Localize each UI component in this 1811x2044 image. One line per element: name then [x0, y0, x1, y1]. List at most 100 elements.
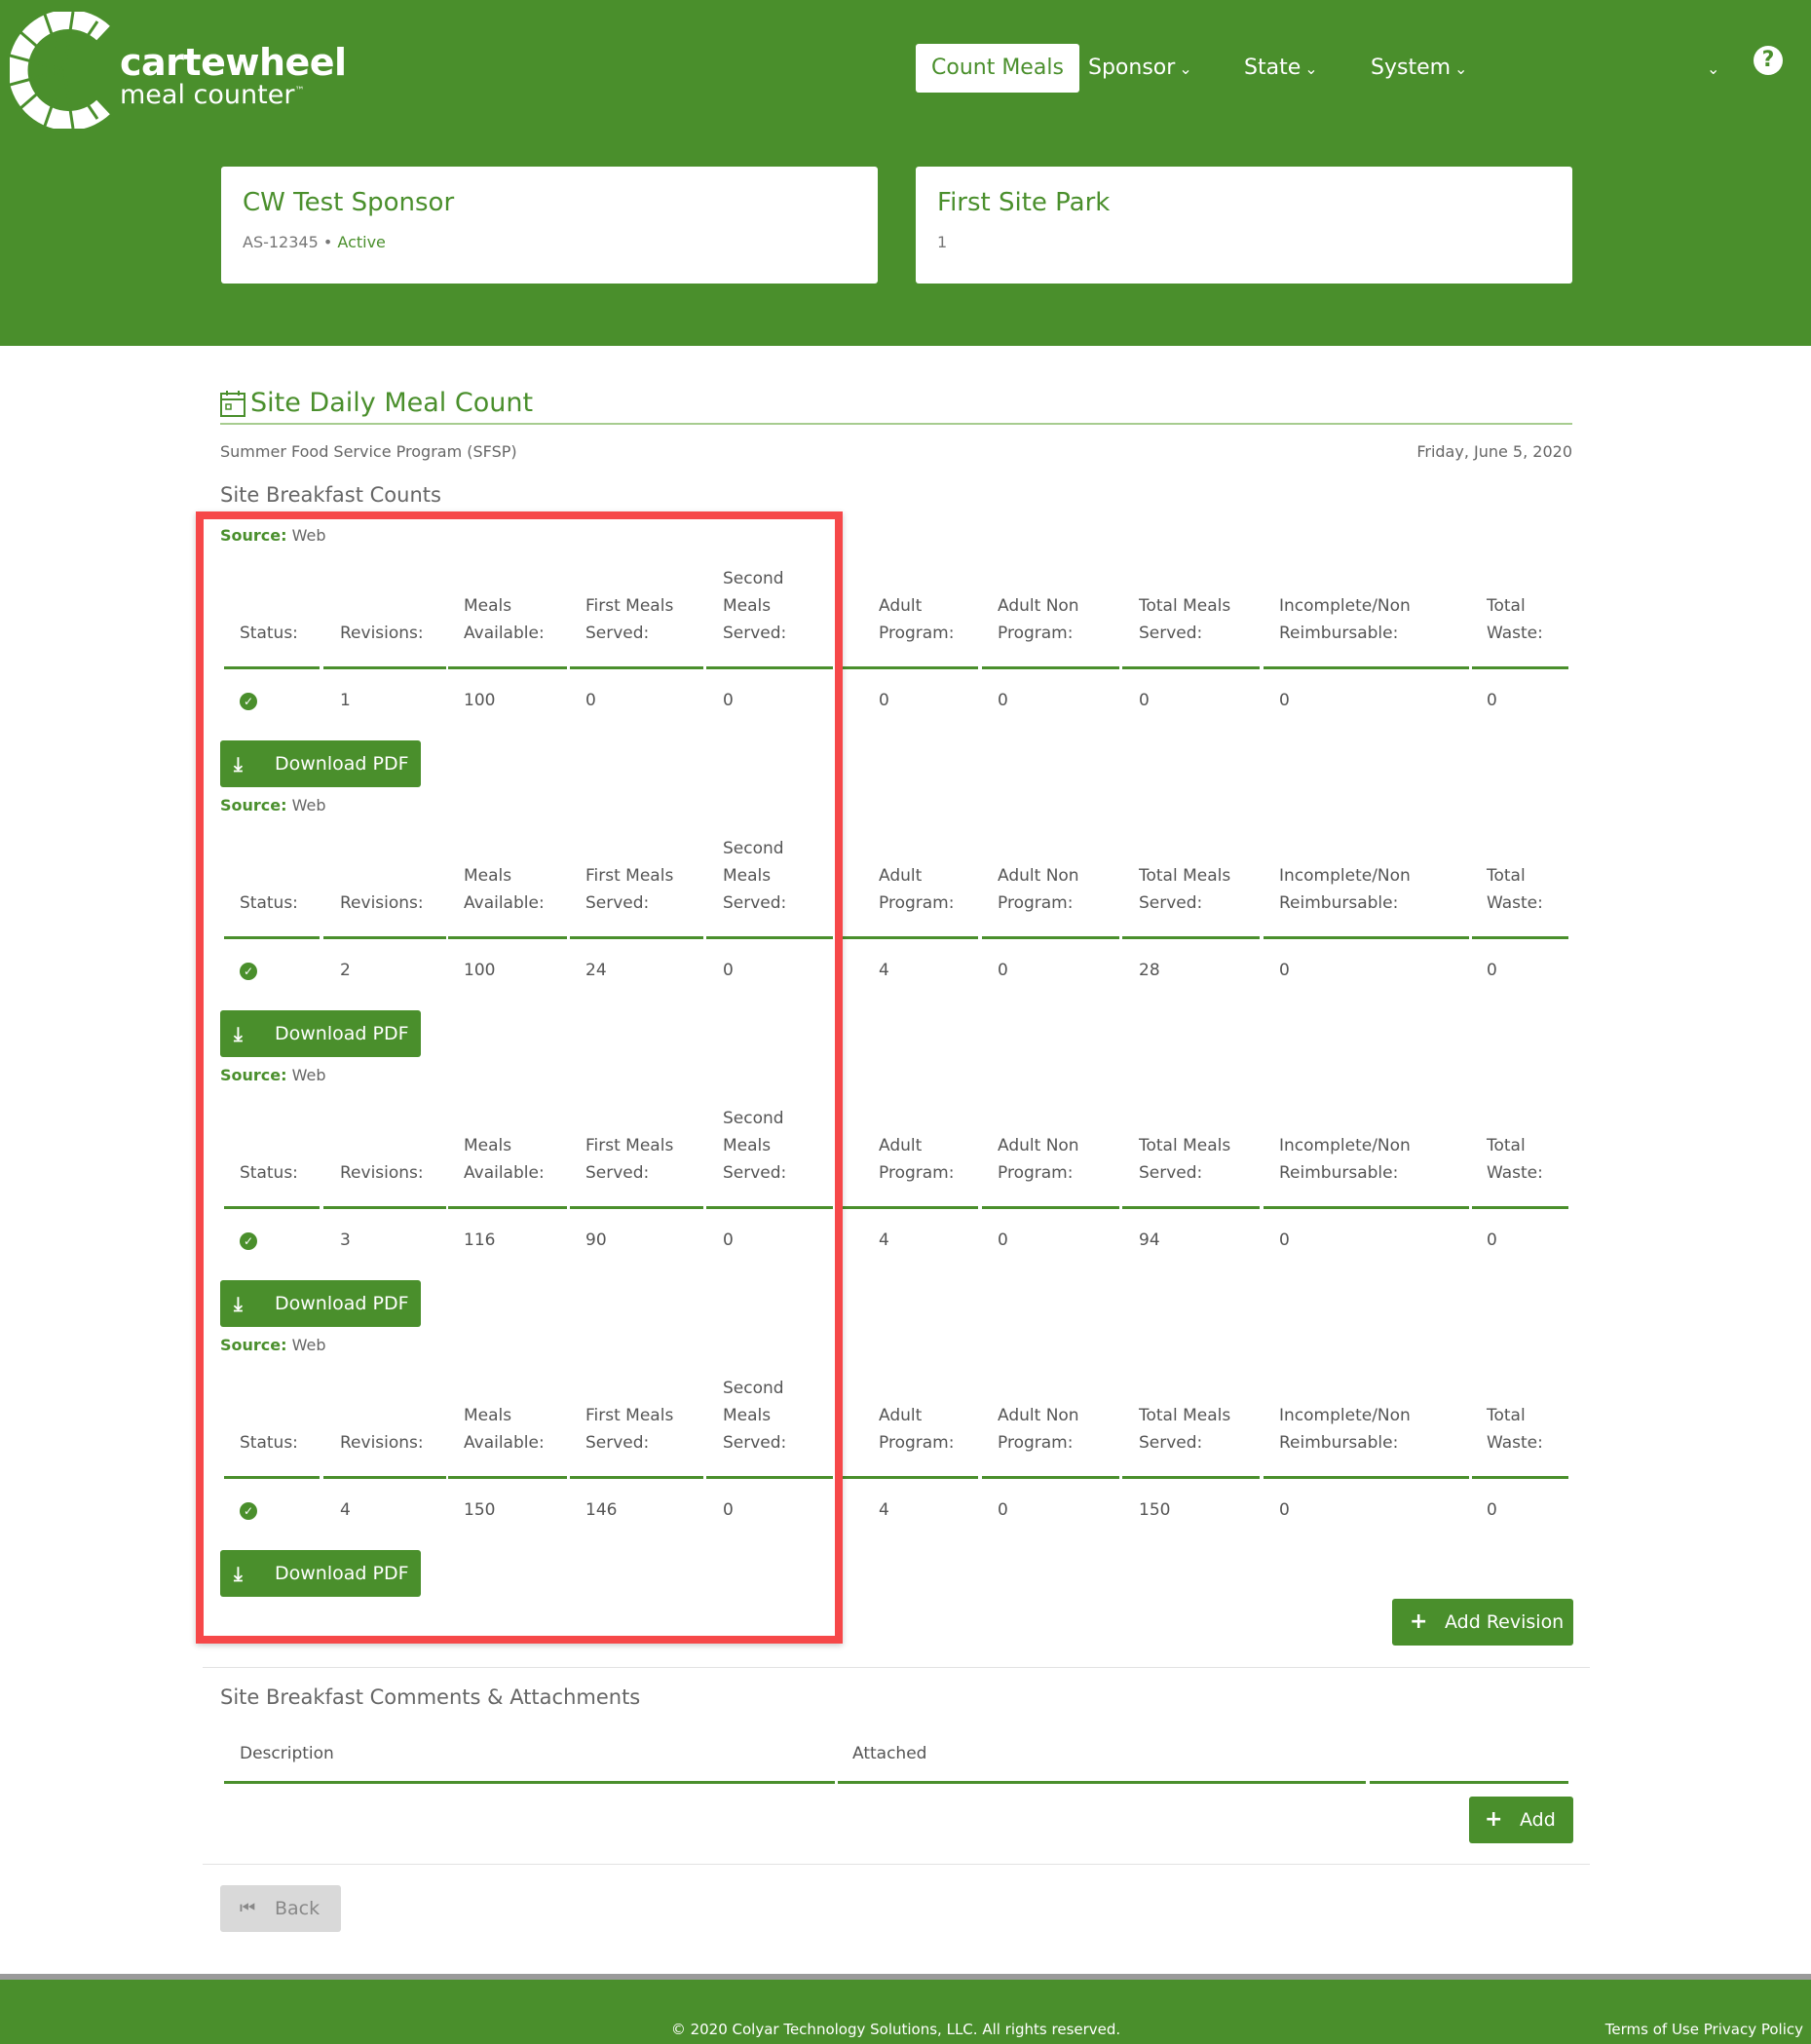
column-header-adult-non-program: Adult Non — [998, 866, 1079, 886]
column-header-adult-program: Adult — [879, 1406, 923, 1425]
cell-total-meals: 28 — [1139, 961, 1160, 980]
add-comment-button[interactable]: + Add — [1469, 1797, 1573, 1843]
column-header-adult-program: Adult — [879, 866, 923, 886]
header-rule — [982, 1206, 1119, 1209]
add-revision-button[interactable]: + Add Revision — [1392, 1599, 1573, 1646]
header-rule — [838, 1781, 1366, 1784]
header-rule — [1264, 666, 1469, 669]
column-header-total-meals: Total Meals — [1139, 596, 1231, 616]
count-date: Friday, June 5, 2020 — [1416, 442, 1572, 461]
cell-total-meals: 94 — [1139, 1230, 1160, 1250]
nav-sponsor[interactable]: Sponsor ⌄ — [1088, 44, 1192, 93]
column-header-adult-non-program: Program: — [998, 624, 1074, 643]
header-rule — [224, 1781, 835, 1784]
sponsor-status: Active — [337, 233, 386, 251]
site-card[interactable]: First Site Park 1 — [916, 167, 1572, 284]
back-button[interactable]: ⏮ Back — [220, 1885, 341, 1932]
column-header-incomplete: Incomplete/Non — [1279, 596, 1411, 616]
calendar-icon — [220, 391, 245, 417]
header-rule — [1472, 666, 1568, 669]
add-comment-label: Add — [1520, 1809, 1556, 1831]
header-rule — [1122, 1206, 1260, 1209]
plus-icon: + — [1485, 1807, 1503, 1832]
cell-total-waste: 0 — [1487, 961, 1497, 980]
column-header-total-meals: Total Meals — [1139, 1406, 1231, 1425]
header-banner: cartewheel meal counter™ Count Meals Spo… — [0, 0, 1811, 346]
copyright-text: © 2020 Colyar Technology Solutions, LLC.… — [670, 2021, 1121, 2038]
footer-links: Terms of Use Privacy Policy — [1605, 2021, 1803, 2038]
column-header-incomplete: Incomplete/Non — [1279, 1406, 1411, 1425]
column-header-total-waste: Waste: — [1487, 624, 1543, 643]
cell-total-waste: 0 — [1487, 1500, 1497, 1520]
cell-total-meals: 0 — [1139, 691, 1150, 710]
cell-adult-non-program: 0 — [998, 1230, 1008, 1250]
cell-incomplete: 0 — [1279, 961, 1290, 980]
column-header-total-waste: Total — [1487, 596, 1526, 616]
column-header-adult-non-program: Program: — [998, 893, 1074, 913]
cell-adult-program: 4 — [879, 1500, 889, 1520]
cell-adult-non-program: 0 — [998, 961, 1008, 980]
title-divider — [220, 423, 1572, 425]
cell-incomplete: 0 — [1279, 1500, 1290, 1520]
column-header-total-meals: Served: — [1139, 1433, 1203, 1453]
cell-incomplete: 0 — [1279, 691, 1290, 710]
highlight-box — [196, 511, 843, 1644]
column-header-adult-non-program: Program: — [998, 1163, 1074, 1183]
column-header-adult-non-program: Program: — [998, 1433, 1074, 1453]
column-header-incomplete: Incomplete/Non — [1279, 1136, 1411, 1155]
column-header-total-meals: Total Meals — [1139, 866, 1231, 886]
header-rule — [836, 1476, 978, 1479]
cell-adult-program: 4 — [879, 1230, 889, 1250]
column-header-incomplete: Reimbursable: — [1279, 624, 1399, 643]
header-rule — [836, 666, 978, 669]
column-header-adult-non-program: Adult Non — [998, 1406, 1079, 1425]
nav-count-meals[interactable]: Count Meals — [916, 44, 1079, 93]
column-header-total-meals: Served: — [1139, 1163, 1203, 1183]
chevron-down-icon: ⌄ — [1304, 59, 1318, 78]
sponsor-name: CW Test Sponsor — [243, 188, 455, 217]
cell-adult-non-program: 0 — [998, 691, 1008, 710]
column-header-incomplete: Reimbursable: — [1279, 1163, 1399, 1183]
header-rule — [1264, 1476, 1469, 1479]
nav-state[interactable]: State ⌄ — [1244, 44, 1318, 93]
column-header-total-waste: Waste: — [1487, 1163, 1543, 1183]
column-header-total-waste: Total — [1487, 1406, 1526, 1425]
col-attached: Attached — [852, 1744, 927, 1763]
site-number: 1 — [937, 233, 948, 251]
site-name: First Site Park — [937, 188, 1111, 217]
separator-dot: • — [322, 233, 333, 251]
column-header-incomplete: Incomplete/Non — [1279, 866, 1411, 886]
header-rule — [1472, 936, 1568, 939]
header-rule — [1264, 936, 1469, 939]
back-label: Back — [275, 1898, 321, 1919]
chevron-down-icon: ⌄ — [1707, 59, 1720, 78]
plus-icon: + — [1410, 1609, 1428, 1634]
sponsor-card[interactable]: CW Test Sponsor AS-12345 • Active — [221, 167, 878, 284]
column-header-total-meals: Served: — [1139, 893, 1203, 913]
nav-state-label: State — [1244, 56, 1302, 80]
column-header-total-meals: Served: — [1139, 624, 1203, 643]
user-menu-toggle[interactable]: ⌄ — [1703, 44, 1719, 93]
sponsor-meta: AS-12345 • Active — [243, 233, 386, 251]
column-header-incomplete: Reimbursable: — [1279, 1433, 1399, 1453]
nav-system[interactable]: System ⌄ — [1371, 44, 1467, 93]
column-header-incomplete: Reimbursable: — [1279, 893, 1399, 913]
terms-link[interactable]: Terms of Use — [1605, 2021, 1699, 2038]
column-header-adult-program: Program: — [879, 624, 955, 643]
chevron-down-icon: ⌄ — [1179, 59, 1192, 78]
header-rule — [982, 936, 1119, 939]
program-name: Summer Food Service Program (SFSP) — [220, 442, 517, 461]
cell-total-waste: 0 — [1487, 1230, 1497, 1250]
column-header-total-waste: Waste: — [1487, 893, 1543, 913]
header-rule — [1472, 1476, 1568, 1479]
help-icon[interactable]: ? — [1754, 46, 1783, 75]
privacy-link[interactable]: Privacy Policy — [1704, 2021, 1803, 2038]
column-header-adult-non-program: Adult Non — [998, 1136, 1079, 1155]
column-header-total-meals: Total Meals — [1139, 1136, 1231, 1155]
cell-adult-program: 0 — [879, 691, 889, 710]
column-header-adult-non-program: Adult Non — [998, 596, 1079, 616]
header-rule — [1472, 1206, 1568, 1209]
chevron-down-icon: ⌄ — [1454, 59, 1468, 78]
column-header-adult-program: Program: — [879, 1433, 955, 1453]
section-separator — [203, 1864, 1590, 1865]
